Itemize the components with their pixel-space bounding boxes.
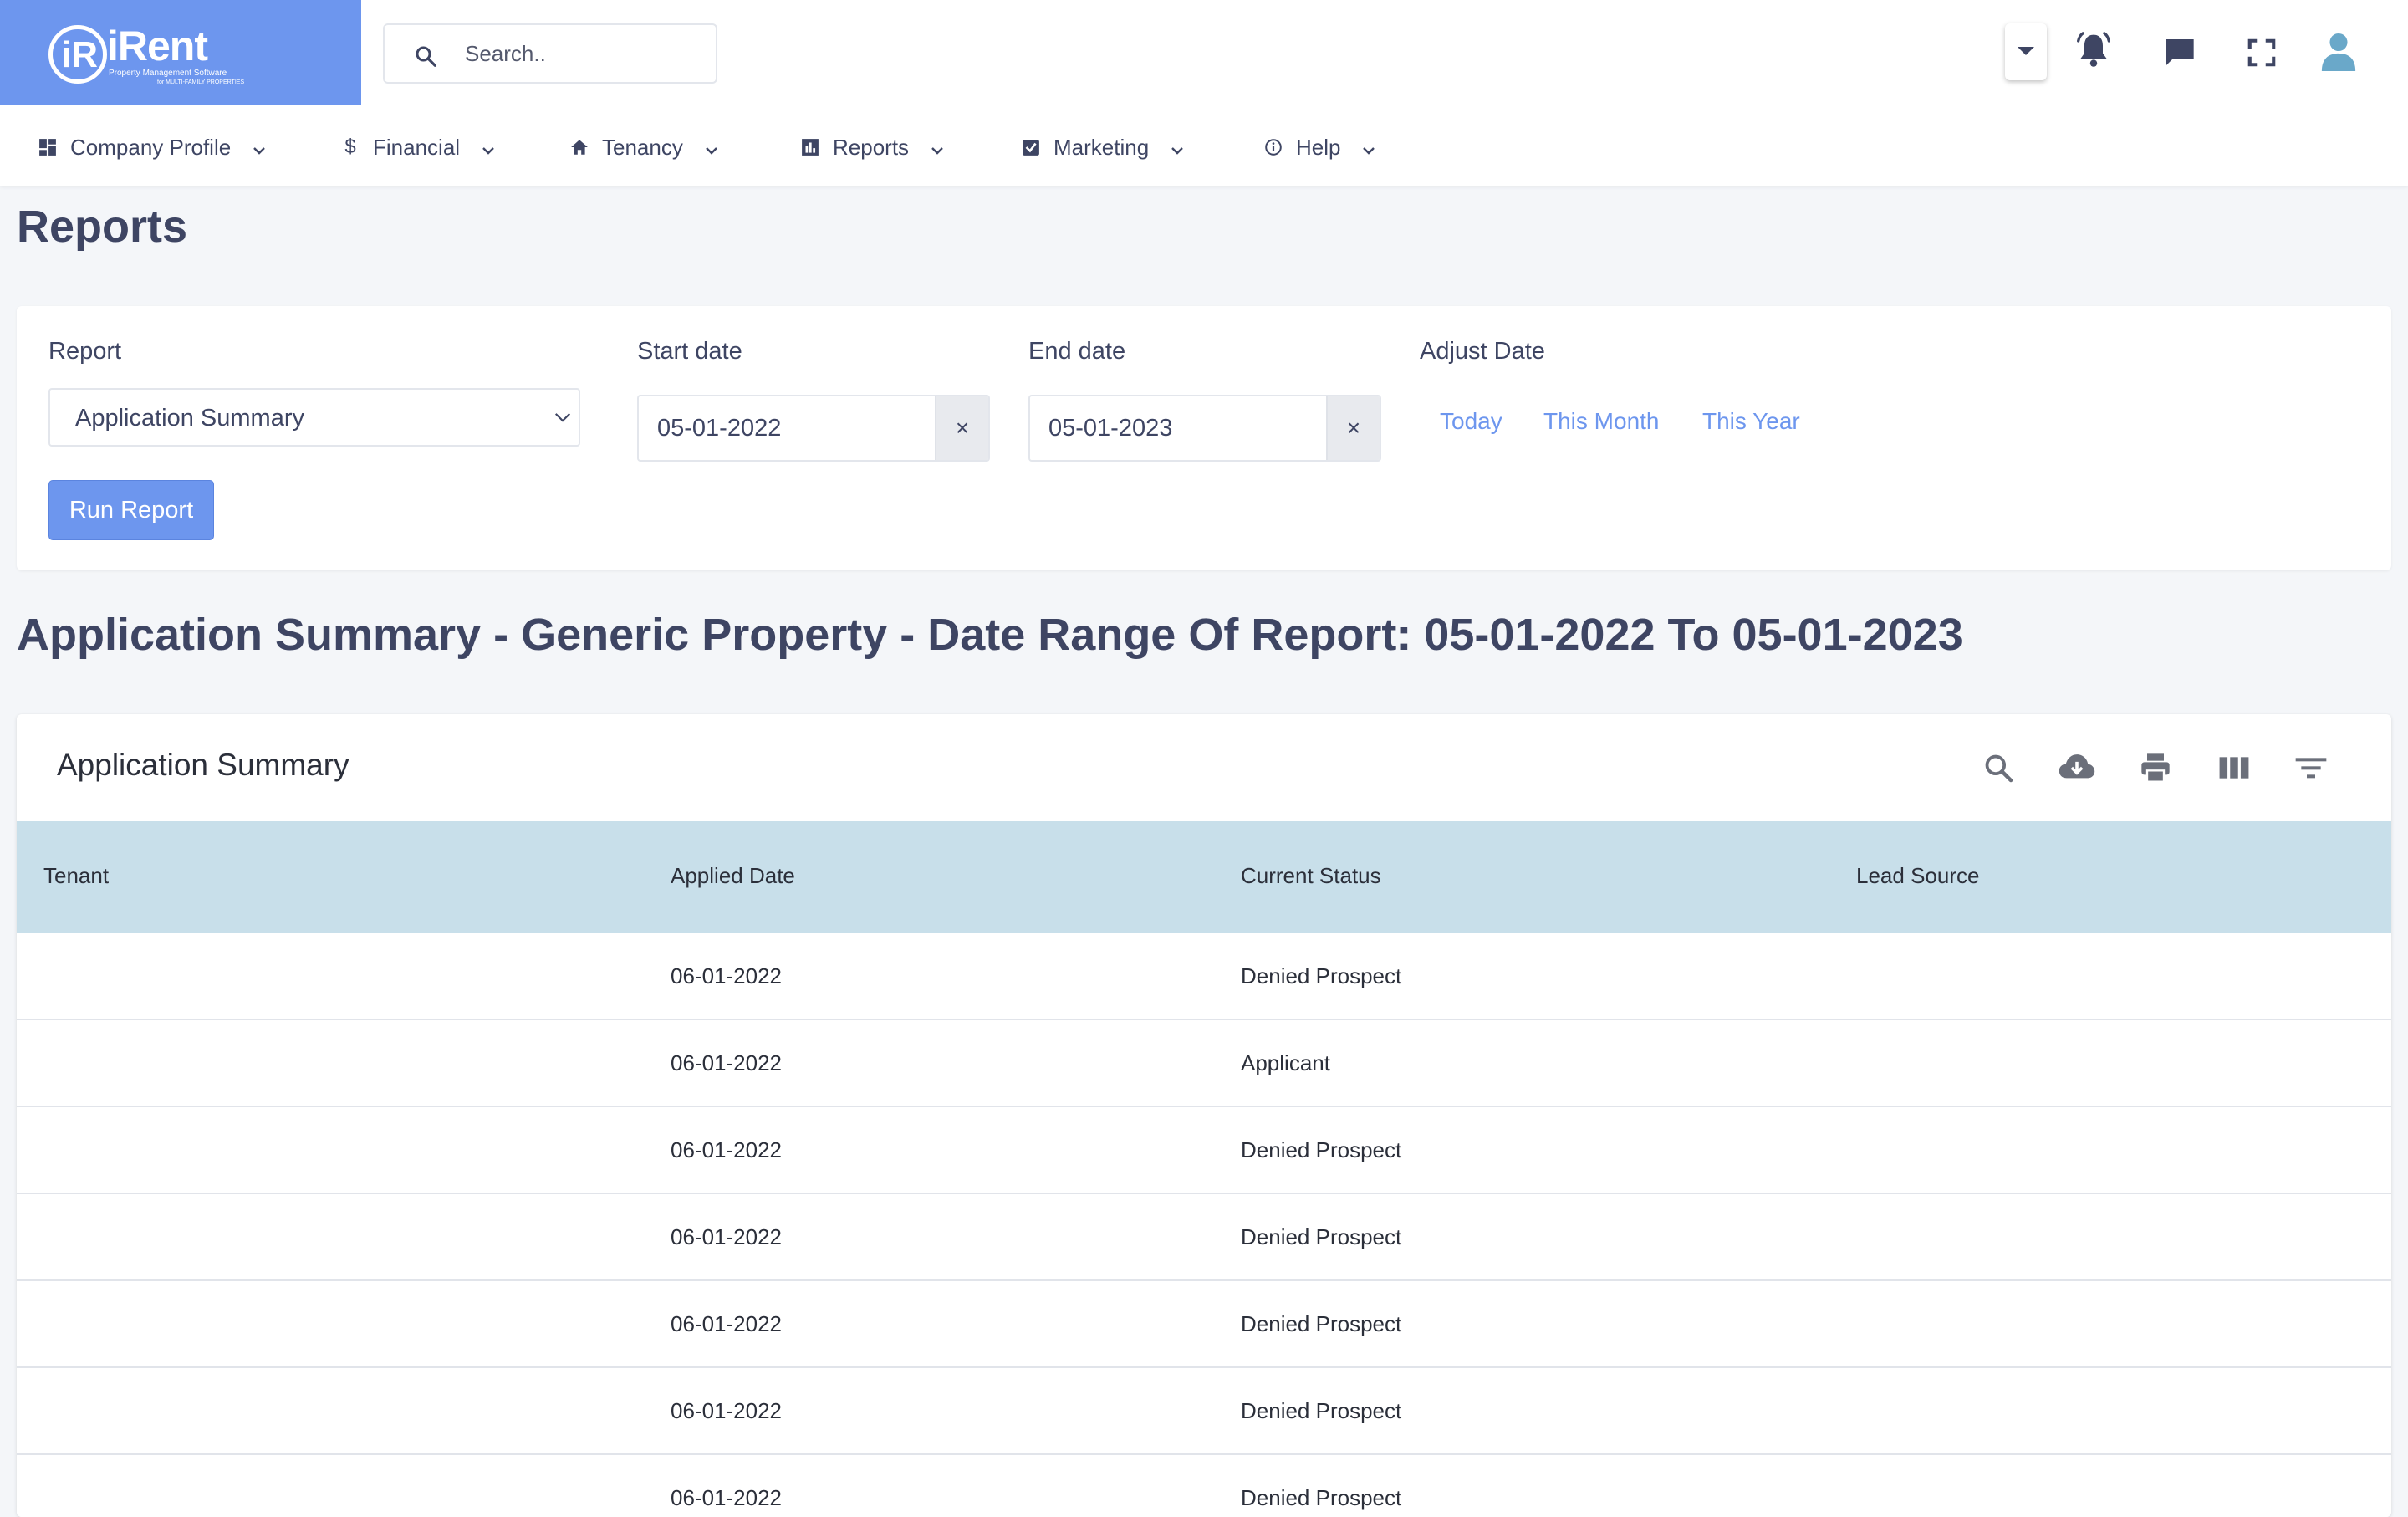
chevron-down-icon [253, 135, 266, 161]
end-date-field[interactable]: 05-01-2023 × [1028, 395, 1381, 462]
table-search-icon[interactable] [1978, 748, 2018, 788]
column-header-current-status[interactable]: Current Status [1241, 863, 1381, 889]
nav-label: Tenancy [602, 134, 683, 160]
dollar-icon: $ [344, 135, 356, 158]
this-month-link[interactable]: This Month [1543, 408, 1660, 435]
fullscreen-icon[interactable] [2246, 37, 2278, 73]
main-nav: Company Profile $ Financial Tenancy Repo… [0, 105, 2408, 186]
nav-label: Company Profile [70, 134, 232, 160]
report-filter-card: Report Application Summary Start date 05… [17, 306, 2391, 570]
brand-tagline-sub: for MULTI-FAMILY PROPERTIES [157, 79, 245, 85]
cell-applied-date: 06-01-2022 [671, 963, 782, 988]
report-label: Report [48, 338, 122, 365]
filter-icon[interactable] [2291, 748, 2331, 788]
logo-mark-icon: iR [48, 25, 107, 84]
cell-applied-date: 06-01-2022 [671, 1050, 782, 1075]
download-icon[interactable] [2057, 748, 2097, 788]
nav-help[interactable]: Help [1263, 132, 1375, 162]
nav-reports[interactable]: Reports [799, 132, 944, 162]
dashboard-icon [37, 136, 59, 158]
chart-icon [799, 136, 821, 158]
cell-current-status: Denied Prospect [1241, 1137, 1402, 1162]
column-header-tenant[interactable]: Tenant [43, 863, 109, 889]
cell-applied-date: 06-01-2022 [671, 1398, 782, 1423]
clear-start-date-button[interactable]: × [935, 396, 988, 460]
header-dropdown-toggle[interactable] [2005, 23, 2047, 80]
search-icon [416, 46, 436, 67]
search-box[interactable] [383, 23, 717, 84]
columns-icon[interactable] [2214, 748, 2254, 788]
report-select[interactable]: Application Summary [48, 388, 580, 447]
nav-financial[interactable]: $ Financial [339, 132, 495, 162]
chevron-down-icon [482, 135, 495, 161]
brand-logo[interactable]: iR iRent Property Management Software fo… [0, 0, 361, 105]
logo-mark-text: iR [61, 34, 98, 75]
table-row[interactable]: 06-01-2022 Denied Prospect [17, 1368, 2391, 1455]
page-title: Reports [17, 202, 188, 252]
home-icon [569, 136, 590, 158]
table-row[interactable]: 06-01-2022 Denied Prospect [17, 1107, 2391, 1194]
info-icon [1263, 136, 1284, 158]
cell-applied-date: 06-01-2022 [671, 1224, 782, 1249]
brand-name: iRent [107, 23, 208, 69]
clear-end-date-button[interactable]: × [1326, 396, 1380, 460]
chevron-down-icon [554, 413, 571, 422]
table-row[interactable]: 06-01-2022 Denied Prospect [17, 1281, 2391, 1368]
table-title: Application Summary [57, 748, 349, 782]
end-date-value: 05-01-2023 [1048, 415, 1173, 442]
notifications-bell-icon[interactable] [2075, 30, 2112, 74]
chat-icon[interactable] [2162, 35, 2197, 73]
report-heading: Application Summary - Generic Property -… [17, 610, 1963, 660]
nav-tenancy[interactable]: Tenancy [569, 132, 718, 162]
column-header-applied-date[interactable]: Applied Date [671, 863, 795, 889]
cell-current-status: Denied Prospect [1241, 1398, 1402, 1423]
search-input[interactable] [465, 37, 707, 70]
table-row[interactable]: 06-01-2022 Denied Prospect [17, 933, 2391, 1020]
chevron-down-icon [1362, 135, 1375, 161]
start-date-value: 05-01-2022 [657, 415, 782, 442]
nav-label: Help [1296, 134, 1341, 160]
application-summary-table-card: Application Summary Tenant Applied Date … [17, 714, 2391, 1517]
start-date-label: Start date [637, 338, 742, 365]
nav-marketing[interactable]: Marketing [1020, 132, 1184, 162]
cell-applied-date: 06-01-2022 [671, 1485, 782, 1510]
cell-applied-date: 06-01-2022 [671, 1137, 782, 1162]
chevron-down-icon [705, 135, 718, 161]
table-row[interactable]: 06-01-2022 Denied Prospect [17, 1455, 2391, 1517]
print-icon[interactable] [2135, 748, 2176, 788]
cell-current-status: Denied Prospect [1241, 1485, 1402, 1510]
column-header-lead-source[interactable]: Lead Source [1856, 863, 1979, 889]
brand-tagline: Property Management Software [109, 69, 227, 78]
nav-label: Reports [833, 134, 910, 160]
user-avatar-icon[interactable] [2319, 30, 2358, 78]
top-header: iR iRent Property Management Software fo… [0, 0, 2408, 105]
table-row[interactable]: 06-01-2022 Denied Prospect [17, 1194, 2391, 1281]
nav-label: Financial [373, 134, 461, 160]
nav-label: Marketing [1054, 134, 1150, 160]
run-report-button[interactable]: Run Report [48, 480, 214, 540]
cell-current-status: Denied Prospect [1241, 1311, 1402, 1336]
cell-applied-date: 06-01-2022 [671, 1311, 782, 1336]
cell-current-status: Denied Prospect [1241, 963, 1402, 988]
cell-current-status: Applicant [1241, 1050, 1330, 1075]
check-square-icon [1020, 136, 1042, 158]
nav-company-profile[interactable]: Company Profile [37, 132, 266, 162]
chevron-down-icon [931, 135, 944, 161]
chevron-down-icon [1171, 135, 1184, 161]
report-select-value: Application Summary [75, 405, 304, 432]
end-date-label: End date [1028, 338, 1126, 365]
adjust-date-label: Adjust Date [1420, 338, 1545, 365]
today-link[interactable]: Today [1440, 408, 1502, 435]
caret-down-icon [2018, 47, 2034, 55]
cell-current-status: Denied Prospect [1241, 1224, 1402, 1249]
start-date-field[interactable]: 05-01-2022 × [637, 395, 990, 462]
table-row[interactable]: 06-01-2022 Applicant [17, 1020, 2391, 1107]
table-header-row: Tenant Applied Date Current Status Lead … [17, 821, 2391, 933]
this-year-link[interactable]: This Year [1702, 408, 1800, 435]
